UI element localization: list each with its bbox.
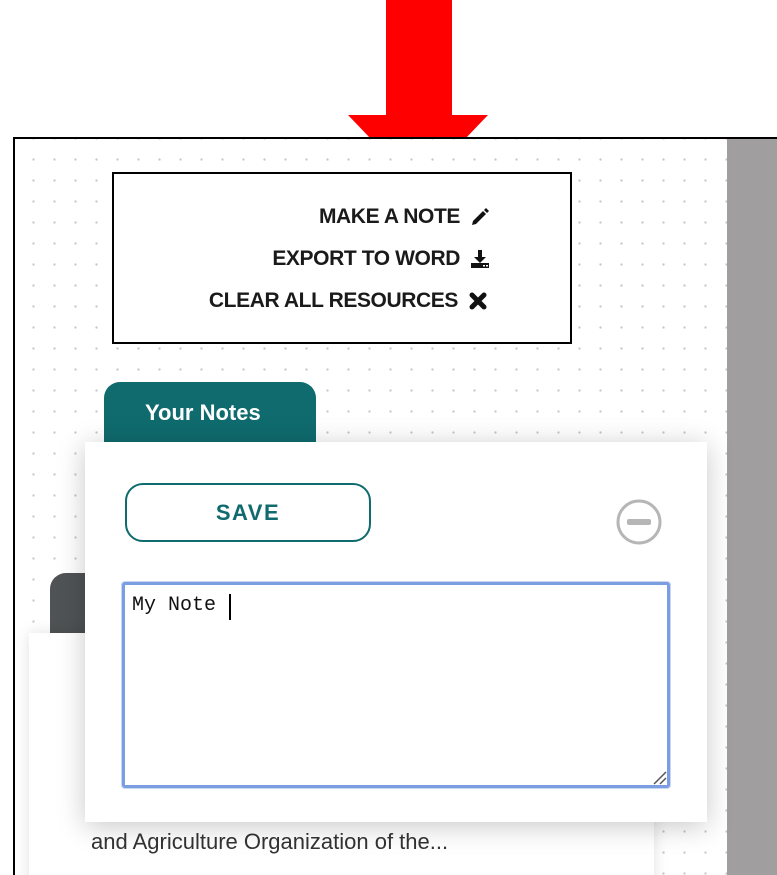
minus-circle-icon[interactable] (614, 497, 664, 547)
make-note-label: MAKE A NOTE (318, 205, 460, 228)
notes-workspace: MAKE A NOTE EXPORT TO WORD CLEAR ALL RES… (13, 137, 777, 875)
pencil-icon (470, 207, 490, 227)
resource-actions-box: MAKE A NOTE EXPORT TO WORD CLEAR ALL RES… (112, 172, 572, 344)
clear-all-resources-button[interactable]: CLEAR ALL RESOURCES (209, 286, 488, 316)
export-to-word-label: EXPORT TO WORD (272, 247, 460, 270)
clear-all-label: CLEAR ALL RESOURCES (208, 289, 458, 312)
side-panel (727, 139, 777, 875)
save-button[interactable]: SAVE (125, 483, 371, 542)
resource-card-text: and Agriculture Organization of the... (91, 829, 449, 854)
resize-grip-icon[interactable] (651, 769, 667, 785)
make-note-button[interactable]: MAKE A NOTE (319, 202, 490, 232)
note-textarea[interactable]: My Note (122, 582, 670, 788)
download-icon (470, 249, 490, 269)
note-editor-panel: SAVE My Note (85, 442, 707, 822)
export-to-word-button[interactable]: EXPORT TO WORD (272, 244, 490, 274)
text-cursor (229, 594, 231, 620)
close-icon (468, 291, 488, 311)
